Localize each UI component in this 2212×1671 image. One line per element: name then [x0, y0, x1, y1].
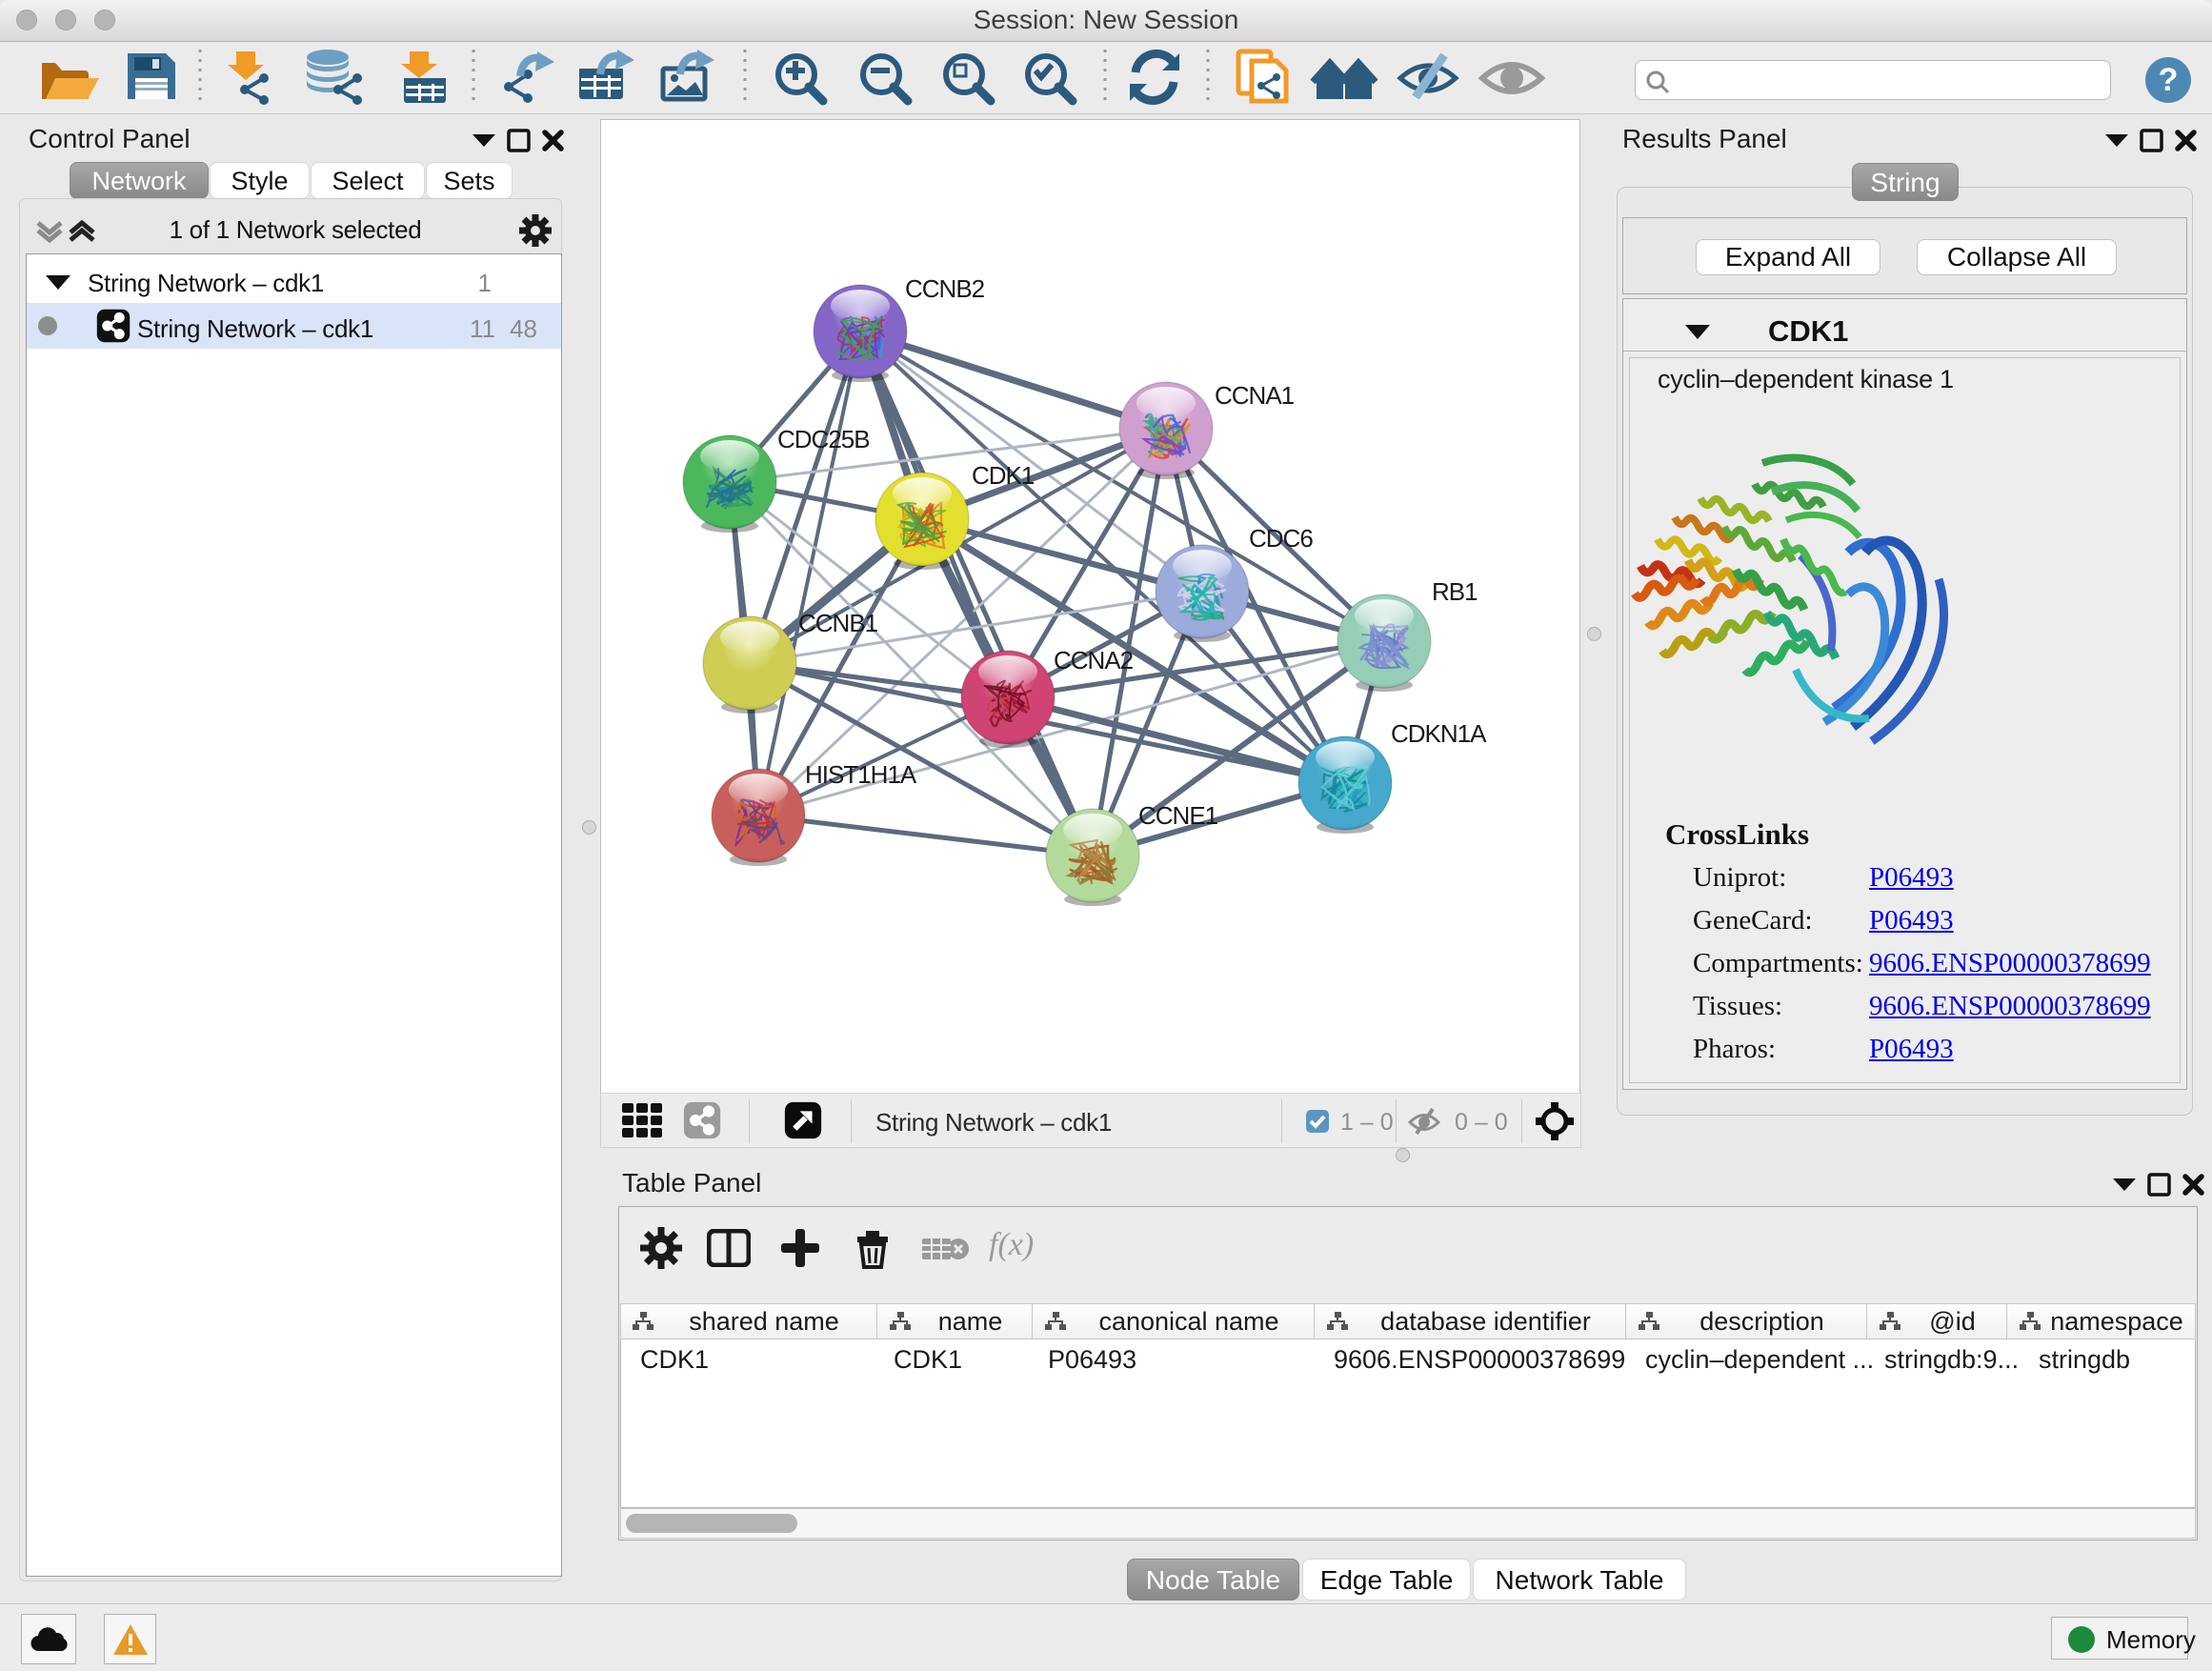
svg-text:CDK1: CDK1 — [972, 461, 1035, 490]
svg-text:CCNA2: CCNA2 — [1054, 646, 1134, 674]
svg-text:CCNA1: CCNA1 — [1215, 381, 1295, 410]
svg-text:HIST1H1A: HIST1H1A — [805, 760, 917, 789]
svg-text:CDC6: CDC6 — [1249, 524, 1313, 553]
svg-text:CCNB2: CCNB2 — [905, 274, 985, 303]
svg-text:CCNB1: CCNB1 — [798, 609, 878, 637]
svg-text:CDC25B: CDC25B — [777, 425, 870, 453]
svg-text:CCNE1: CCNE1 — [1138, 801, 1218, 830]
svg-text:CDKN1A: CDKN1A — [1391, 719, 1487, 748]
svg-text:RB1: RB1 — [1432, 577, 1478, 606]
